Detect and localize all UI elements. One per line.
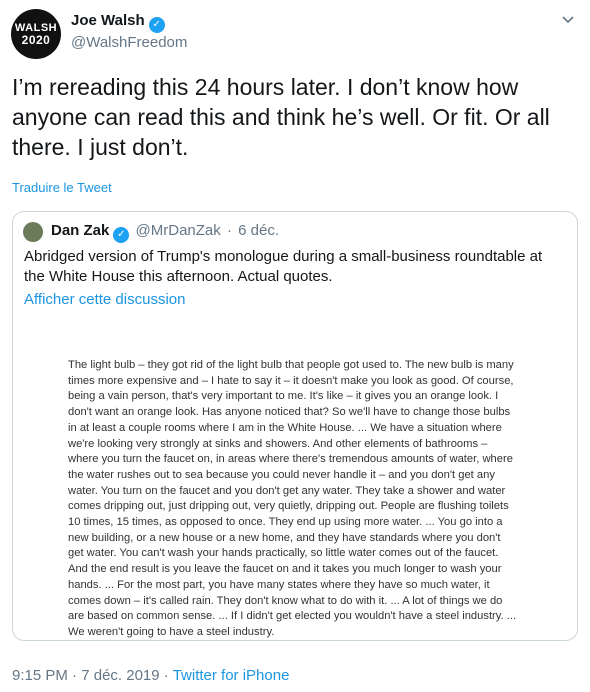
author-handle[interactable]: @WalshFreedom: [71, 34, 187, 51]
author-name[interactable]: Joe Walsh: [71, 12, 145, 29]
verified-badge-icon: ✓: [148, 17, 165, 33]
quoted-tweet-image-text: The light bulb – they got rid of the lig…: [68, 359, 517, 638]
quoted-author-avatar: [23, 222, 43, 242]
tweet-source-link[interactable]: Twitter for iPhone: [173, 667, 290, 684]
tweet-date[interactable]: 7 déc. 2019: [81, 667, 159, 684]
author-avatar[interactable]: WALSH 2020: [11, 9, 61, 59]
tweet-text: I’m rereading this 24 hours later. I don…: [12, 74, 550, 160]
footer-separator: ·: [72, 667, 78, 684]
avatar-text-line2: 2020: [21, 33, 51, 47]
quoted-tweet-text: Abridged version of Trump's monologue du…: [24, 248, 543, 285]
footer-separator: ·: [163, 667, 169, 684]
date-separator: ·: [226, 222, 232, 239]
quoted-tweet-header: Dan Zak ✓ @MrDanZak · 6 déc.: [51, 222, 279, 243]
author-name-row[interactable]: Joe Walsh ✓: [71, 12, 165, 33]
verified-badge-icon: ✓: [113, 227, 130, 243]
tweet-footer: 9:15 PM · 7 déc. 2019 · Twitter for iPho…: [12, 667, 289, 684]
quoted-tweet-date: 6 déc.: [238, 222, 279, 239]
quoted-tweet-card[interactable]: Dan Zak ✓ @MrDanZak · 6 déc. Abridged ver…: [12, 211, 578, 641]
quoted-author-name: Dan Zak: [51, 222, 110, 239]
show-thread-link[interactable]: Afficher cette discussion: [24, 291, 185, 308]
tweet-time[interactable]: 9:15 PM: [12, 667, 68, 684]
quoted-author-handle: @MrDanZak: [135, 222, 221, 239]
translate-tweet-link[interactable]: Traduire le Tweet: [12, 180, 112, 195]
chevron-down-icon[interactable]: [559, 12, 577, 30]
